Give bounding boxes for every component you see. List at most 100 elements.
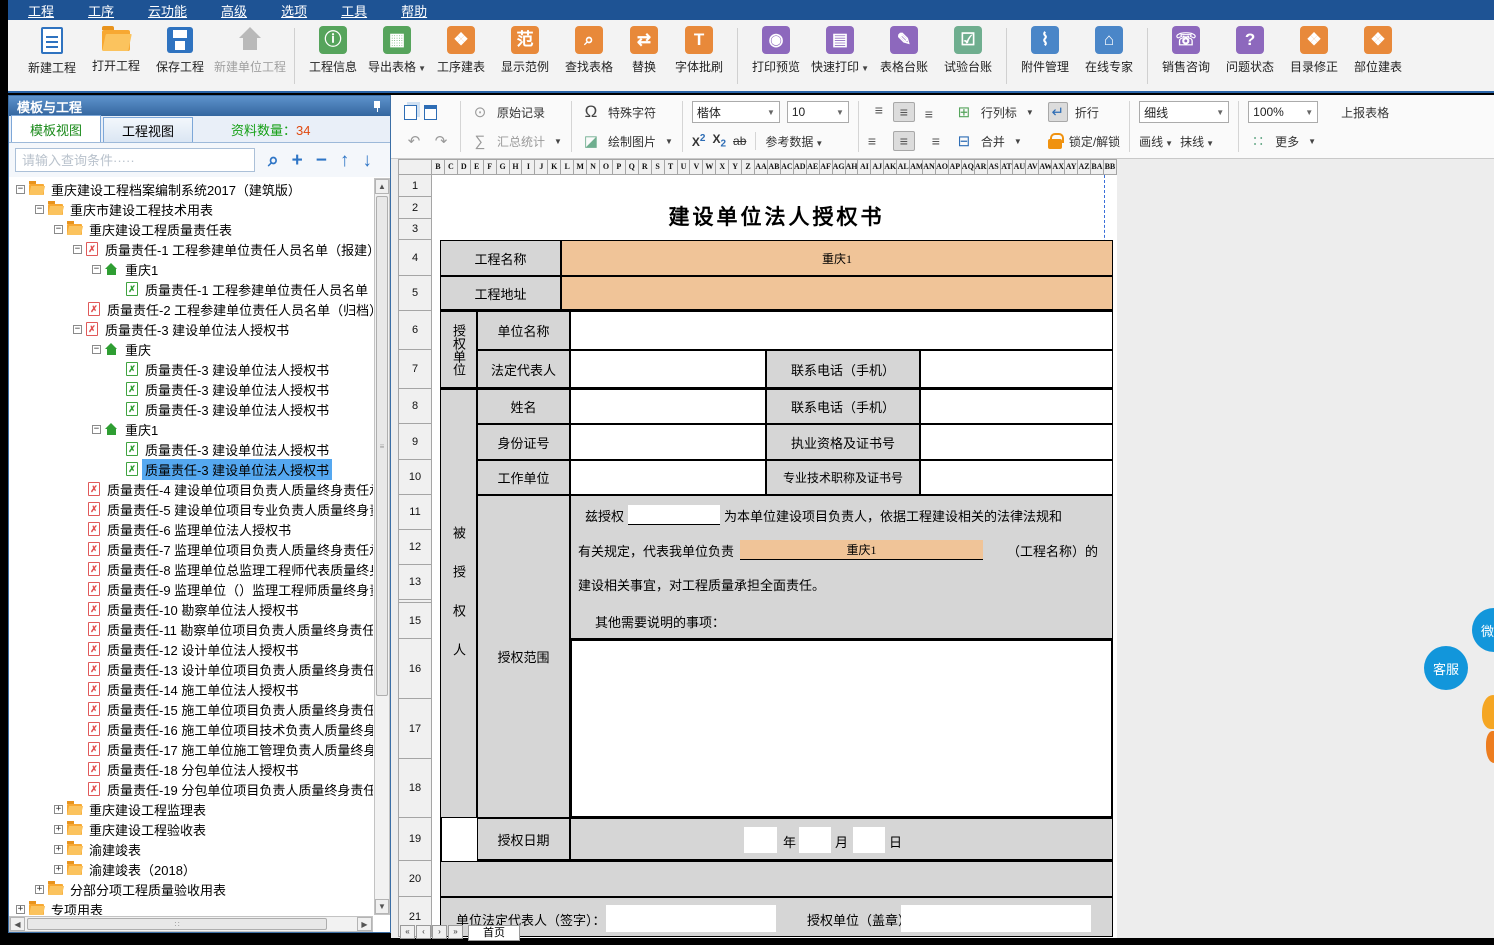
column-header[interactable]: AD	[794, 159, 807, 175]
sheet-nav-icon[interactable]: ‹	[416, 925, 431, 939]
tree-item-label[interactable]: 重庆建设工程验收表	[86, 819, 209, 840]
tree-item[interactable]: ✗质量责任-3 建设单位法人授权书	[111, 399, 332, 419]
house[interactable]: 新建单位工程	[212, 26, 288, 75]
tree-item-label[interactable]: 质量责任-2 工程参建单位责任人员名单（归档）	[104, 299, 373, 320]
collapse-node-icon[interactable]: −	[16, 185, 25, 194]
tree-vscrollbar[interactable]: ▲ ≡ ▼	[374, 178, 390, 915]
column-header[interactable]: B	[432, 159, 445, 175]
column-header[interactable]: S	[652, 159, 665, 175]
expand-node-icon[interactable]: +	[54, 845, 63, 854]
tree-item-label[interactable]: 质量责任-19 分包单位项目负责人质量终身责任承	[104, 779, 373, 800]
zoom-select[interactable]: 100%▼	[1248, 101, 1318, 123]
column-header[interactable]: AG	[833, 159, 846, 175]
column-header[interactable]: G	[497, 159, 510, 175]
row-header[interactable]: 8	[398, 389, 432, 424]
expand-all-icon[interactable]: +	[292, 151, 303, 170]
column-header[interactable]: AZ	[1078, 159, 1091, 175]
tree-item-label[interactable]: 质量责任-17 施工单位施工管理负责人质量终身责	[104, 739, 373, 760]
row-header[interactable]: 1	[398, 175, 432, 197]
row-header[interactable]: 17	[398, 699, 432, 759]
tree-item[interactable]: ✗质量责任-8 监理单位总监理工程师代表质量终身	[73, 559, 373, 579]
scroll-up-icon[interactable]: ▲	[375, 179, 389, 194]
sheet-nav-icon[interactable]: »	[448, 925, 463, 939]
day-input[interactable]	[853, 827, 885, 853]
seal-input[interactable]	[901, 905, 1091, 932]
align-middle-icon[interactable]: ≡	[893, 102, 915, 122]
row-header[interactable]: 6	[398, 311, 432, 350]
tree-item[interactable]: − 重庆	[92, 339, 154, 359]
scroll-left-icon[interactable]: ◀	[10, 917, 25, 931]
row-header[interactable]: 3	[398, 219, 432, 240]
column-header[interactable]: AY	[1065, 159, 1078, 175]
superscript-button[interactable]: X2	[692, 133, 706, 149]
column-header[interactable]: U	[678, 159, 691, 175]
replace-icon[interactable]: ⇄替换	[621, 26, 667, 75]
column-header[interactable]: O	[600, 159, 613, 175]
tree-item[interactable]: ✗质量责任-3 建设单位法人授权书	[111, 359, 332, 379]
column-header[interactable]: W	[703, 159, 716, 175]
font-brush-icon[interactable]: T字体批刷	[667, 26, 731, 75]
quick-print-icon[interactable]: ▤快速打印▼	[808, 26, 872, 75]
tree-item[interactable]: ✗质量责任-2 工程参建单位责任人员名单（归档）	[73, 299, 373, 319]
column-header[interactable]: E	[471, 159, 484, 175]
phone-cell-1[interactable]	[920, 350, 1113, 389]
tree-item[interactable]: ✗质量责任-13 设计单位项目负责人质量终身责任承	[73, 659, 373, 679]
column-header[interactable]: P	[613, 159, 626, 175]
year-input[interactable]	[744, 827, 777, 853]
work-unit-cell[interactable]	[570, 460, 766, 495]
column-header[interactable]: AM	[910, 159, 923, 175]
tree-item[interactable]: +专项用表	[16, 899, 106, 915]
project-name-cell[interactable]: 重庆1	[561, 240, 1113, 276]
name-cell[interactable]	[570, 389, 766, 424]
qual-cell[interactable]	[920, 424, 1113, 460]
column-header[interactable]: AS	[988, 159, 1001, 175]
tree-item[interactable]: ✗质量责任-3 建设单位法人授权书	[111, 439, 332, 459]
collapse-all-icon[interactable]: −	[316, 151, 327, 170]
attachment-icon[interactable]: ⌇附件管理	[1013, 26, 1077, 75]
column-header[interactable]: AJ	[871, 159, 884, 175]
tree-item-label[interactable]: 质量责任-11 勘察单位项目负责人质量终身责任承	[104, 619, 373, 640]
id-cell[interactable]	[570, 424, 766, 460]
tree-item[interactable]: +渝建竣表（2018）	[54, 859, 199, 879]
column-header[interactable]: AE	[807, 159, 820, 175]
column-header[interactable]: AR	[975, 159, 988, 175]
tree-item-label[interactable]: 重庆建设工程质量责任表	[86, 219, 235, 240]
wrap-button[interactable]: ↵ 折行	[1048, 100, 1120, 125]
sign-input[interactable]	[606, 905, 776, 932]
doc-new[interactable]: 新建工程	[20, 26, 84, 76]
collapse-node-icon[interactable]: −	[92, 345, 101, 354]
erase-line-button[interactable]: 抹线▼	[1180, 133, 1214, 150]
lock-unlock-button[interactable]: 锁定/解锁	[1048, 129, 1120, 154]
draw-line-button[interactable]: 画线▼	[1139, 133, 1173, 150]
dropdown-caret-icon[interactable]: ▼	[418, 64, 426, 73]
merge-button[interactable]: ⊟ 合并▼	[954, 129, 1034, 154]
align-top-icon[interactable]: ≡	[868, 102, 890, 122]
column-header[interactable]: C	[445, 159, 458, 175]
tree-item-label[interactable]: 重庆	[122, 339, 154, 360]
tree-item[interactable]: ✗质量责任-19 分包单位项目负责人质量终身责任承	[73, 779, 373, 799]
dropdown-caret-icon[interactable]: ▼	[861, 64, 869, 73]
summary-stats-button[interactable]: ∑ 汇总统计▼	[470, 129, 562, 154]
menu-item-5[interactable]: 工具	[341, 1, 367, 20]
tab-project-view[interactable]: 工程视图	[103, 117, 193, 142]
tree-item[interactable]: ✗质量责任-4 建设单位项目负责人质量终身责任承	[73, 479, 373, 499]
column-header[interactable]: BA	[1091, 159, 1104, 175]
tree-item-label[interactable]: 质量责任-13 设计单位项目负责人质量终身责任承	[104, 659, 373, 680]
info-icon[interactable]: ⓘ工程信息	[301, 26, 365, 75]
column-header[interactable]: AU	[1013, 159, 1026, 175]
original-record-button[interactable]: ⊙ 原始记录	[470, 100, 562, 125]
column-header[interactable]: AT	[1001, 159, 1014, 175]
row-header[interactable]: 13	[398, 565, 432, 600]
row-header[interactable]: 20	[398, 861, 432, 897]
search-table-icon[interactable]: ⌕查找表格	[557, 26, 621, 75]
row-header[interactable]: 12	[398, 530, 432, 565]
pin-icon[interactable]	[372, 100, 382, 112]
scroll-right-icon[interactable]: ▶	[357, 917, 372, 931]
tree-item-label[interactable]: 质量责任-3 建设单位法人授权书	[142, 459, 332, 480]
sheet-nav-icon[interactable]: «	[400, 925, 415, 939]
undo-icon[interactable]: ↶	[404, 131, 424, 151]
tree-item-label[interactable]: 分部分项工程质量验收用表	[67, 879, 229, 900]
tree-item-label[interactable]: 重庆1	[122, 259, 161, 280]
menu-item-4[interactable]: 选项	[281, 1, 307, 20]
move-up-icon[interactable]: ↑	[340, 151, 350, 170]
